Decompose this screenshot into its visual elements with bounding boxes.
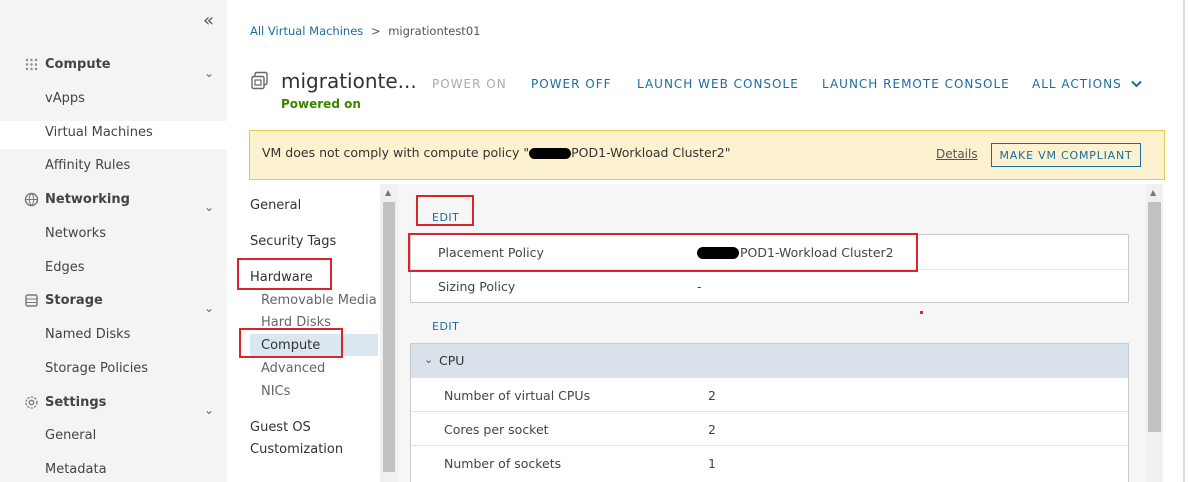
nav-group-compute[interactable]: Compute xyxy=(24,57,111,72)
cpu-row-value: 1 xyxy=(708,456,716,471)
grid-icon xyxy=(25,58,38,71)
annotation-box-placement-policy xyxy=(408,233,918,272)
cpu-row-label: Number of sockets xyxy=(444,456,562,471)
tab-nics[interactable]: NICs xyxy=(261,384,290,399)
make-vm-compliant-button[interactable]: MAKE VM COMPLIANT xyxy=(991,143,1141,167)
tab-advanced[interactable]: Advanced xyxy=(261,361,325,376)
all-actions-dropdown[interactable]: ALL ACTIONS xyxy=(1032,77,1142,91)
alert-text: VM does not comply with compute policy "… xyxy=(262,145,731,160)
breadcrumb-current: migrationtest01 xyxy=(388,24,481,38)
cpu-card: ⌄ CPU Number of virtual CPUs 2 Cores per… xyxy=(410,343,1129,482)
right-border xyxy=(1183,0,1185,482)
content-scrollbar[interactable]: ▲ xyxy=(1146,184,1163,482)
all-actions-label: ALL ACTIONS xyxy=(1032,77,1122,91)
annotation-dot xyxy=(920,311,923,314)
alert-text-suffix: POD1-Workload Cluster2" xyxy=(571,145,731,160)
breadcrumb: All Virtual Machines > migrationtest01 xyxy=(250,24,480,38)
tab-general[interactable]: General xyxy=(250,198,301,213)
scroll-thumb[interactable] xyxy=(383,202,395,472)
sidebar-item-vapps[interactable]: vApps xyxy=(45,91,85,106)
gear-icon xyxy=(25,396,38,409)
scroll-up-icon[interactable]: ▲ xyxy=(1150,188,1156,197)
nav-group-label: Networking xyxy=(45,192,130,207)
chevron-down-icon xyxy=(1130,80,1142,88)
edit-cpu-button[interactable]: EDIT xyxy=(432,320,459,333)
cpu-section-header[interactable]: ⌄ CPU xyxy=(411,344,1128,377)
chevron-down-icon[interactable]: ⌄ xyxy=(204,301,214,315)
launch-web-console-button[interactable]: LAUNCH WEB CONSOLE xyxy=(637,77,799,91)
sidebar-item-networks[interactable]: Networks xyxy=(45,226,106,241)
inner-nav-scrollbar[interactable]: ▲ xyxy=(380,184,398,482)
compliance-alert: VM does not comply with compute policy "… xyxy=(249,130,1165,180)
table-row: Cores per socket 2 xyxy=(411,411,1128,445)
table-row: Number of virtual CPUs 2 xyxy=(411,377,1128,411)
sidebar-item-named-disks[interactable]: Named Disks xyxy=(45,327,130,342)
scroll-up-icon[interactable]: ▲ xyxy=(385,188,391,197)
tab-guest-os-line2[interactable]: Customization xyxy=(250,442,343,457)
cpu-section-title: CPU xyxy=(439,353,465,368)
globe-icon xyxy=(24,192,39,207)
launch-remote-console-button[interactable]: LAUNCH REMOTE CONSOLE xyxy=(822,77,1010,91)
tab-guest-os-line1[interactable]: Guest OS xyxy=(250,420,311,435)
annotation-box-edit xyxy=(416,195,474,226)
nav-group-networking[interactable]: Networking xyxy=(24,192,130,207)
power-on-button[interactable]: POWER ON xyxy=(432,77,507,91)
tab-removable-media[interactable]: Removable Media xyxy=(261,293,377,308)
details-link[interactable]: Details xyxy=(936,147,978,161)
sidebar-item-virtual-machines[interactable]: Virtual Machines xyxy=(45,125,153,140)
sidebar-item-metadata[interactable]: Metadata xyxy=(45,462,107,477)
table-row: Number of sockets 1 xyxy=(411,445,1128,479)
nav-group-label: Settings xyxy=(45,395,107,410)
cpu-row-value: 2 xyxy=(708,388,716,403)
nav-group-label: Compute xyxy=(45,57,111,72)
chevron-down-icon[interactable]: ⌄ xyxy=(204,66,214,80)
alert-text-prefix: VM does not comply with compute policy " xyxy=(262,145,530,160)
power-off-button[interactable]: POWER OFF xyxy=(531,77,612,91)
annotation-box-compute xyxy=(239,328,343,358)
chevron-down-icon[interactable]: ⌄ xyxy=(204,403,214,417)
breadcrumb-link-all-vms[interactable]: All Virtual Machines xyxy=(250,24,363,38)
vm-icon xyxy=(251,71,268,90)
sidebar-item-general[interactable]: General xyxy=(45,428,96,443)
breadcrumb-separator: > xyxy=(370,24,381,38)
chevron-down-icon: ⌄ xyxy=(424,353,434,366)
double-chevron-left-icon[interactable]: « xyxy=(203,10,214,31)
tab-security-tags[interactable]: Security Tags xyxy=(250,234,336,249)
cpu-row-value: 2 xyxy=(708,422,716,437)
sidebar-item-storage-policies[interactable]: Storage Policies xyxy=(45,361,148,376)
cpu-row-label: Cores per socket xyxy=(444,422,549,437)
page-title: migrationte... xyxy=(281,69,417,93)
redaction-mark xyxy=(529,148,572,159)
nav-group-settings[interactable]: Settings xyxy=(24,395,106,410)
annotation-box-hardware xyxy=(237,258,332,290)
scroll-thumb[interactable] xyxy=(1148,202,1161,432)
storage-icon xyxy=(25,294,38,307)
sizing-policy-value: - xyxy=(697,279,702,294)
sizing-policy-label: Sizing Policy xyxy=(438,279,516,294)
nav-group-label: Storage xyxy=(45,293,103,308)
sidebar-item-edges[interactable]: Edges xyxy=(45,260,85,275)
vm-status: Powered on xyxy=(281,97,361,111)
left-sidebar: « Compute ⌄ vApps Virtual Machines Affin… xyxy=(0,0,227,482)
table-row: Sizing Policy - xyxy=(411,269,1128,303)
cpu-row-label: Number of virtual CPUs xyxy=(444,388,591,403)
sidebar-item-affinity-rules[interactable]: Affinity Rules xyxy=(45,158,130,173)
nav-group-storage[interactable]: Storage xyxy=(24,293,103,308)
chevron-down-icon[interactable]: ⌄ xyxy=(204,200,214,214)
